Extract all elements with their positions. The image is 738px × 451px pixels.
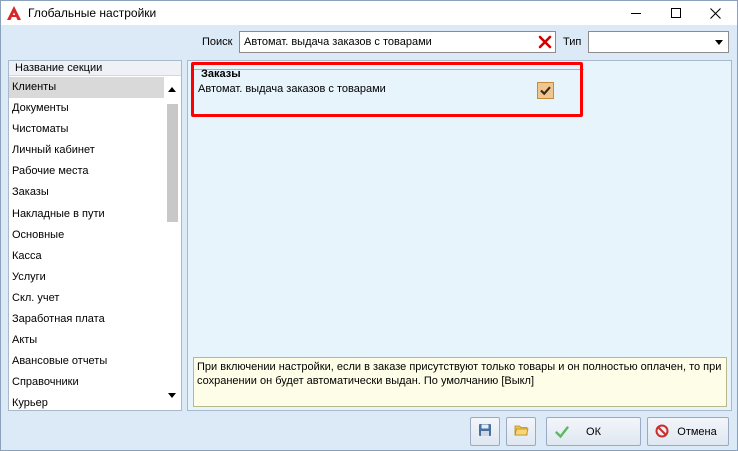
floppy-disk-icon bbox=[478, 423, 492, 440]
clear-x-icon bbox=[538, 35, 552, 49]
section-item-clients[interactable]: Клиенты bbox=[9, 77, 164, 99]
chevron-down-icon bbox=[715, 40, 723, 45]
close-button[interactable] bbox=[698, 1, 732, 25]
scrollbar-thumb[interactable] bbox=[167, 104, 178, 222]
section-item-cash[interactable]: Касса bbox=[9, 246, 164, 267]
minimize-button[interactable] bbox=[619, 1, 653, 25]
settings-panel: Заказы Автомат. выдача заказов с товарам… bbox=[187, 60, 732, 411]
app-logo-icon bbox=[6, 5, 22, 21]
maximize-icon bbox=[671, 8, 681, 18]
section-item-documents[interactable]: Документы bbox=[9, 98, 164, 119]
global-settings-window: Глобальные настройки Поиск Тип bbox=[0, 0, 738, 451]
folder-icon bbox=[513, 423, 529, 440]
save-button[interactable] bbox=[470, 417, 500, 446]
cancel-button[interactable]: Отмена bbox=[647, 417, 729, 446]
section-item-acts[interactable]: Акты bbox=[9, 330, 164, 351]
section-list-scrollbar[interactable] bbox=[164, 77, 181, 410]
section-item-orders[interactable]: Заказы bbox=[9, 182, 164, 203]
maximize-button[interactable] bbox=[659, 1, 693, 25]
search-label: Поиск bbox=[202, 36, 233, 48]
window-title: Глобальные настройки bbox=[28, 6, 157, 20]
scroll-up-icon[interactable] bbox=[168, 87, 176, 92]
section-item-salary[interactable]: Заработная плата bbox=[9, 309, 164, 330]
ok-button[interactable]: ОК bbox=[546, 417, 641, 446]
section-list-panel: Название секции Клиенты Документы Чистом… bbox=[8, 60, 182, 411]
no-entry-icon bbox=[655, 424, 669, 441]
section-item-references[interactable]: Справочники bbox=[9, 372, 164, 393]
section-item-workplaces[interactable]: Рабочие места bbox=[9, 161, 164, 182]
close-icon bbox=[709, 7, 721, 19]
open-folder-button[interactable] bbox=[506, 417, 536, 446]
section-item-chistomaty[interactable]: Чистоматы bbox=[9, 119, 164, 140]
clear-search-button[interactable] bbox=[537, 34, 553, 50]
section-item-waybills-in-transit[interactable]: Накладные в пути bbox=[9, 204, 164, 225]
section-list-header: Название секции bbox=[9, 61, 181, 76]
section-item-general[interactable]: Основные bbox=[9, 225, 164, 246]
section-item-courier[interactable]: Курьер bbox=[9, 393, 164, 410]
section-item-personal-account[interactable]: Личный кабинет bbox=[9, 140, 164, 161]
type-select[interactable] bbox=[588, 31, 729, 53]
ok-button-label: ОК bbox=[586, 425, 601, 438]
setting-description: При включении настройки, если в заказе п… bbox=[193, 357, 727, 407]
section-item-services[interactable]: Услуги bbox=[9, 267, 164, 288]
type-label: Тип bbox=[563, 36, 582, 48]
search-input[interactable] bbox=[239, 31, 556, 53]
checkmark-icon bbox=[554, 424, 570, 443]
scroll-down-icon[interactable] bbox=[168, 393, 176, 398]
section-list: Клиенты Документы Чистоматы Личный кабин… bbox=[9, 77, 164, 410]
section-item-advance-reports[interactable]: Авансовые отчеты bbox=[9, 351, 164, 372]
section-item-warehouse[interactable]: Скл. учет bbox=[9, 288, 164, 309]
title-bar: Глобальные настройки bbox=[1, 1, 737, 25]
minimize-icon bbox=[631, 13, 641, 14]
highlight-annotation bbox=[191, 62, 583, 117]
